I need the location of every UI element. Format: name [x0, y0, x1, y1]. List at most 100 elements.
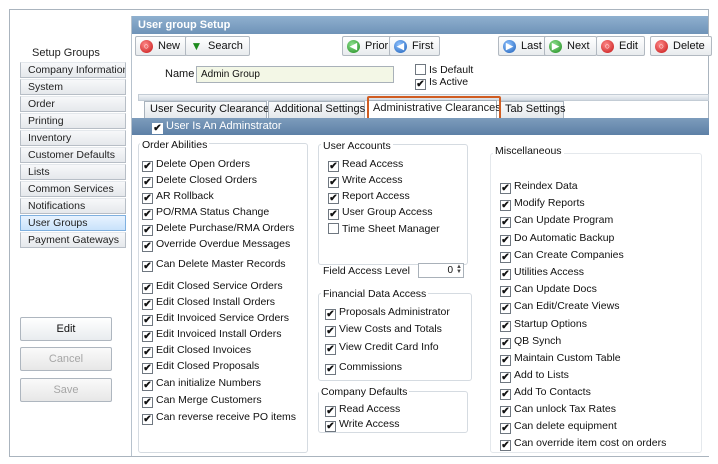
misc-item[interactable]: ✔ Can override item cost on orders: [500, 437, 666, 451]
first-button[interactable]: ◀ First: [389, 36, 441, 56]
is-active-option[interactable]: ✔ Is Active: [415, 76, 468, 90]
order-ability-item[interactable]: ✔ AR Rollback: [142, 190, 214, 204]
misc-checkbox[interactable]: ✔: [500, 252, 511, 263]
user-account-item[interactable]: ✔ Read Access: [328, 158, 403, 172]
order-ability-checkbox[interactable]: ✔: [142, 261, 153, 272]
order-ability-checkbox[interactable]: ✔: [142, 380, 153, 391]
edit-record-button[interactable]: ○ Edit: [596, 36, 645, 56]
financial-access-item[interactable]: ✔ Proposals Administrator: [325, 306, 450, 320]
last-button[interactable]: ▶ Last: [498, 36, 549, 56]
misc-checkbox[interactable]: ✔: [500, 338, 511, 349]
order-ability-item[interactable]: ✔ Edit Invoiced Install Orders: [142, 328, 281, 342]
field-access-level-input[interactable]: 0 ▲ ▼: [418, 263, 464, 278]
order-ability-item[interactable]: ✔ Delete Open Orders: [142, 158, 250, 172]
company-default-item[interactable]: ✔ Read Access: [325, 403, 400, 417]
order-ability-checkbox[interactable]: ✔: [142, 161, 153, 172]
is-default-checkbox[interactable]: [415, 64, 426, 75]
order-ability-checkbox[interactable]: ✔: [142, 225, 153, 236]
financial-access-checkbox[interactable]: ✔: [325, 309, 336, 320]
misc-item[interactable]: ✔ Can unlock Tax Rates: [500, 403, 616, 417]
company-default-checkbox[interactable]: ✔: [325, 421, 336, 432]
next-button[interactable]: ▶ Next: [544, 36, 597, 56]
order-ability-item[interactable]: ✔ Edit Closed Install Orders: [142, 296, 275, 310]
order-ability-item[interactable]: ✔ Edit Invoiced Service Orders: [142, 312, 289, 326]
delete-button[interactable]: ○ Delete: [650, 36, 712, 56]
misc-item[interactable]: ✔ Utilities Access: [500, 266, 584, 280]
order-ability-checkbox[interactable]: ✔: [142, 363, 153, 374]
misc-item[interactable]: ✔ Can Update Docs: [500, 283, 597, 297]
order-ability-item[interactable]: ✔ Can initialize Numbers: [142, 377, 261, 391]
tab-user-security-clearances[interactable]: User Security Clearances: [144, 101, 275, 118]
financial-access-item[interactable]: ✔ View Costs and Totals: [325, 323, 442, 337]
misc-checkbox[interactable]: ✔: [500, 200, 511, 211]
user-account-item[interactable]: Time Sheet Manager: [328, 223, 440, 235]
order-ability-checkbox[interactable]: ✔: [142, 315, 153, 326]
order-ability-item[interactable]: ✔ Edit Closed Proposals: [142, 360, 259, 374]
tab-additional-settings[interactable]: Additional Settings: [268, 101, 365, 118]
misc-item[interactable]: ✔ QB Synch: [500, 335, 561, 349]
stepper-icon[interactable]: ▲ ▼: [455, 264, 462, 276]
misc-checkbox[interactable]: ✔: [500, 286, 511, 297]
user-account-checkbox[interactable]: ✔: [328, 161, 339, 172]
nav-item-payment-gateways[interactable]: Payment Gateways: [20, 232, 126, 248]
order-ability-item[interactable]: ✔ Edit Closed Invoices: [142, 344, 251, 358]
cancel-button[interactable]: Cancel: [20, 347, 112, 371]
user-account-item[interactable]: ✔ Write Access: [328, 174, 403, 188]
misc-checkbox[interactable]: ✔: [500, 217, 511, 228]
is-active-checkbox[interactable]: ✔: [415, 79, 426, 90]
user-account-checkbox[interactable]: ✔: [328, 193, 339, 204]
order-ability-item[interactable]: ✔ Override Overdue Messages: [142, 238, 290, 252]
misc-item[interactable]: ✔ Reindex Data: [500, 180, 578, 194]
order-ability-checkbox[interactable]: ✔: [142, 283, 153, 294]
name-input[interactable]: Admin Group: [196, 66, 394, 83]
user-account-item[interactable]: ✔ Report Access: [328, 190, 410, 204]
misc-checkbox[interactable]: ✔: [500, 269, 511, 280]
user-account-checkbox[interactable]: ✔: [328, 177, 339, 188]
financial-access-item[interactable]: ✔ View Credit Card Info: [325, 341, 439, 355]
is-default-option[interactable]: Is Default: [415, 64, 473, 76]
misc-item[interactable]: ✔ Do Automatic Backup: [500, 232, 614, 246]
nav-item-notifications[interactable]: Notifications: [20, 198, 126, 214]
order-ability-item[interactable]: ✔ Can reverse receive PO items: [142, 411, 296, 425]
misc-item[interactable]: ✔ Can delete equipment: [500, 420, 617, 434]
company-default-checkbox[interactable]: ✔: [325, 406, 336, 417]
order-ability-item[interactable]: ✔ PO/RMA Status Change: [142, 206, 269, 220]
order-ability-item[interactable]: ✔ Can Merge Customers: [142, 394, 262, 408]
nav-item-customer-defaults[interactable]: Customer Defaults: [20, 147, 126, 163]
edit-button[interactable]: Edit: [20, 317, 112, 341]
new-button[interactable]: ○ New: [135, 36, 188, 56]
nav-item-company-information[interactable]: Company Information: [20, 62, 126, 78]
misc-item[interactable]: ✔ Can Create Companies: [500, 249, 624, 263]
user-account-item[interactable]: ✔ User Group Access: [328, 206, 432, 220]
user-account-checkbox[interactable]: [328, 223, 339, 234]
nav-item-order[interactable]: Order: [20, 96, 126, 112]
nav-item-printing[interactable]: Printing: [20, 113, 126, 129]
order-ability-item[interactable]: ✔ Delete Closed Orders: [142, 174, 257, 188]
misc-item[interactable]: ✔ Can Update Program: [500, 214, 613, 228]
prior-button[interactable]: ◀ Prior: [342, 36, 396, 56]
order-ability-checkbox[interactable]: ✔: [142, 331, 153, 342]
order-ability-checkbox[interactable]: ✔: [142, 193, 153, 204]
misc-item[interactable]: ✔ Can Edit/Create Views: [500, 300, 619, 314]
misc-checkbox[interactable]: ✔: [500, 440, 511, 451]
order-ability-checkbox[interactable]: ✔: [142, 397, 153, 408]
misc-checkbox[interactable]: ✔: [500, 321, 511, 332]
misc-item[interactable]: ✔ Modify Reports: [500, 197, 585, 211]
search-button[interactable]: ▼ Search: [185, 36, 250, 56]
misc-item[interactable]: ✔ Maintain Custom Table: [500, 352, 621, 366]
order-ability-checkbox[interactable]: ✔: [142, 209, 153, 220]
order-ability-checkbox[interactable]: ✔: [142, 347, 153, 358]
misc-checkbox[interactable]: ✔: [500, 183, 511, 194]
administrator-checkbox[interactable]: ✔: [152, 123, 163, 134]
nav-item-inventory[interactable]: Inventory: [20, 130, 126, 146]
misc-item[interactable]: ✔ Add To Contacts: [500, 386, 591, 400]
misc-checkbox[interactable]: ✔: [500, 406, 511, 417]
nav-item-user-groups[interactable]: User Groups: [20, 215, 126, 231]
tab-tab-settings[interactable]: Tab Settings: [499, 101, 566, 118]
order-ability-item[interactable]: ✔ Edit Closed Service Orders: [142, 280, 283, 294]
misc-checkbox[interactable]: ✔: [500, 235, 511, 246]
nav-item-lists[interactable]: Lists: [20, 164, 126, 180]
misc-item[interactable]: ✔ Startup Options: [500, 318, 587, 332]
financial-access-checkbox[interactable]: ✔: [325, 344, 336, 355]
misc-checkbox[interactable]: ✔: [500, 355, 511, 366]
